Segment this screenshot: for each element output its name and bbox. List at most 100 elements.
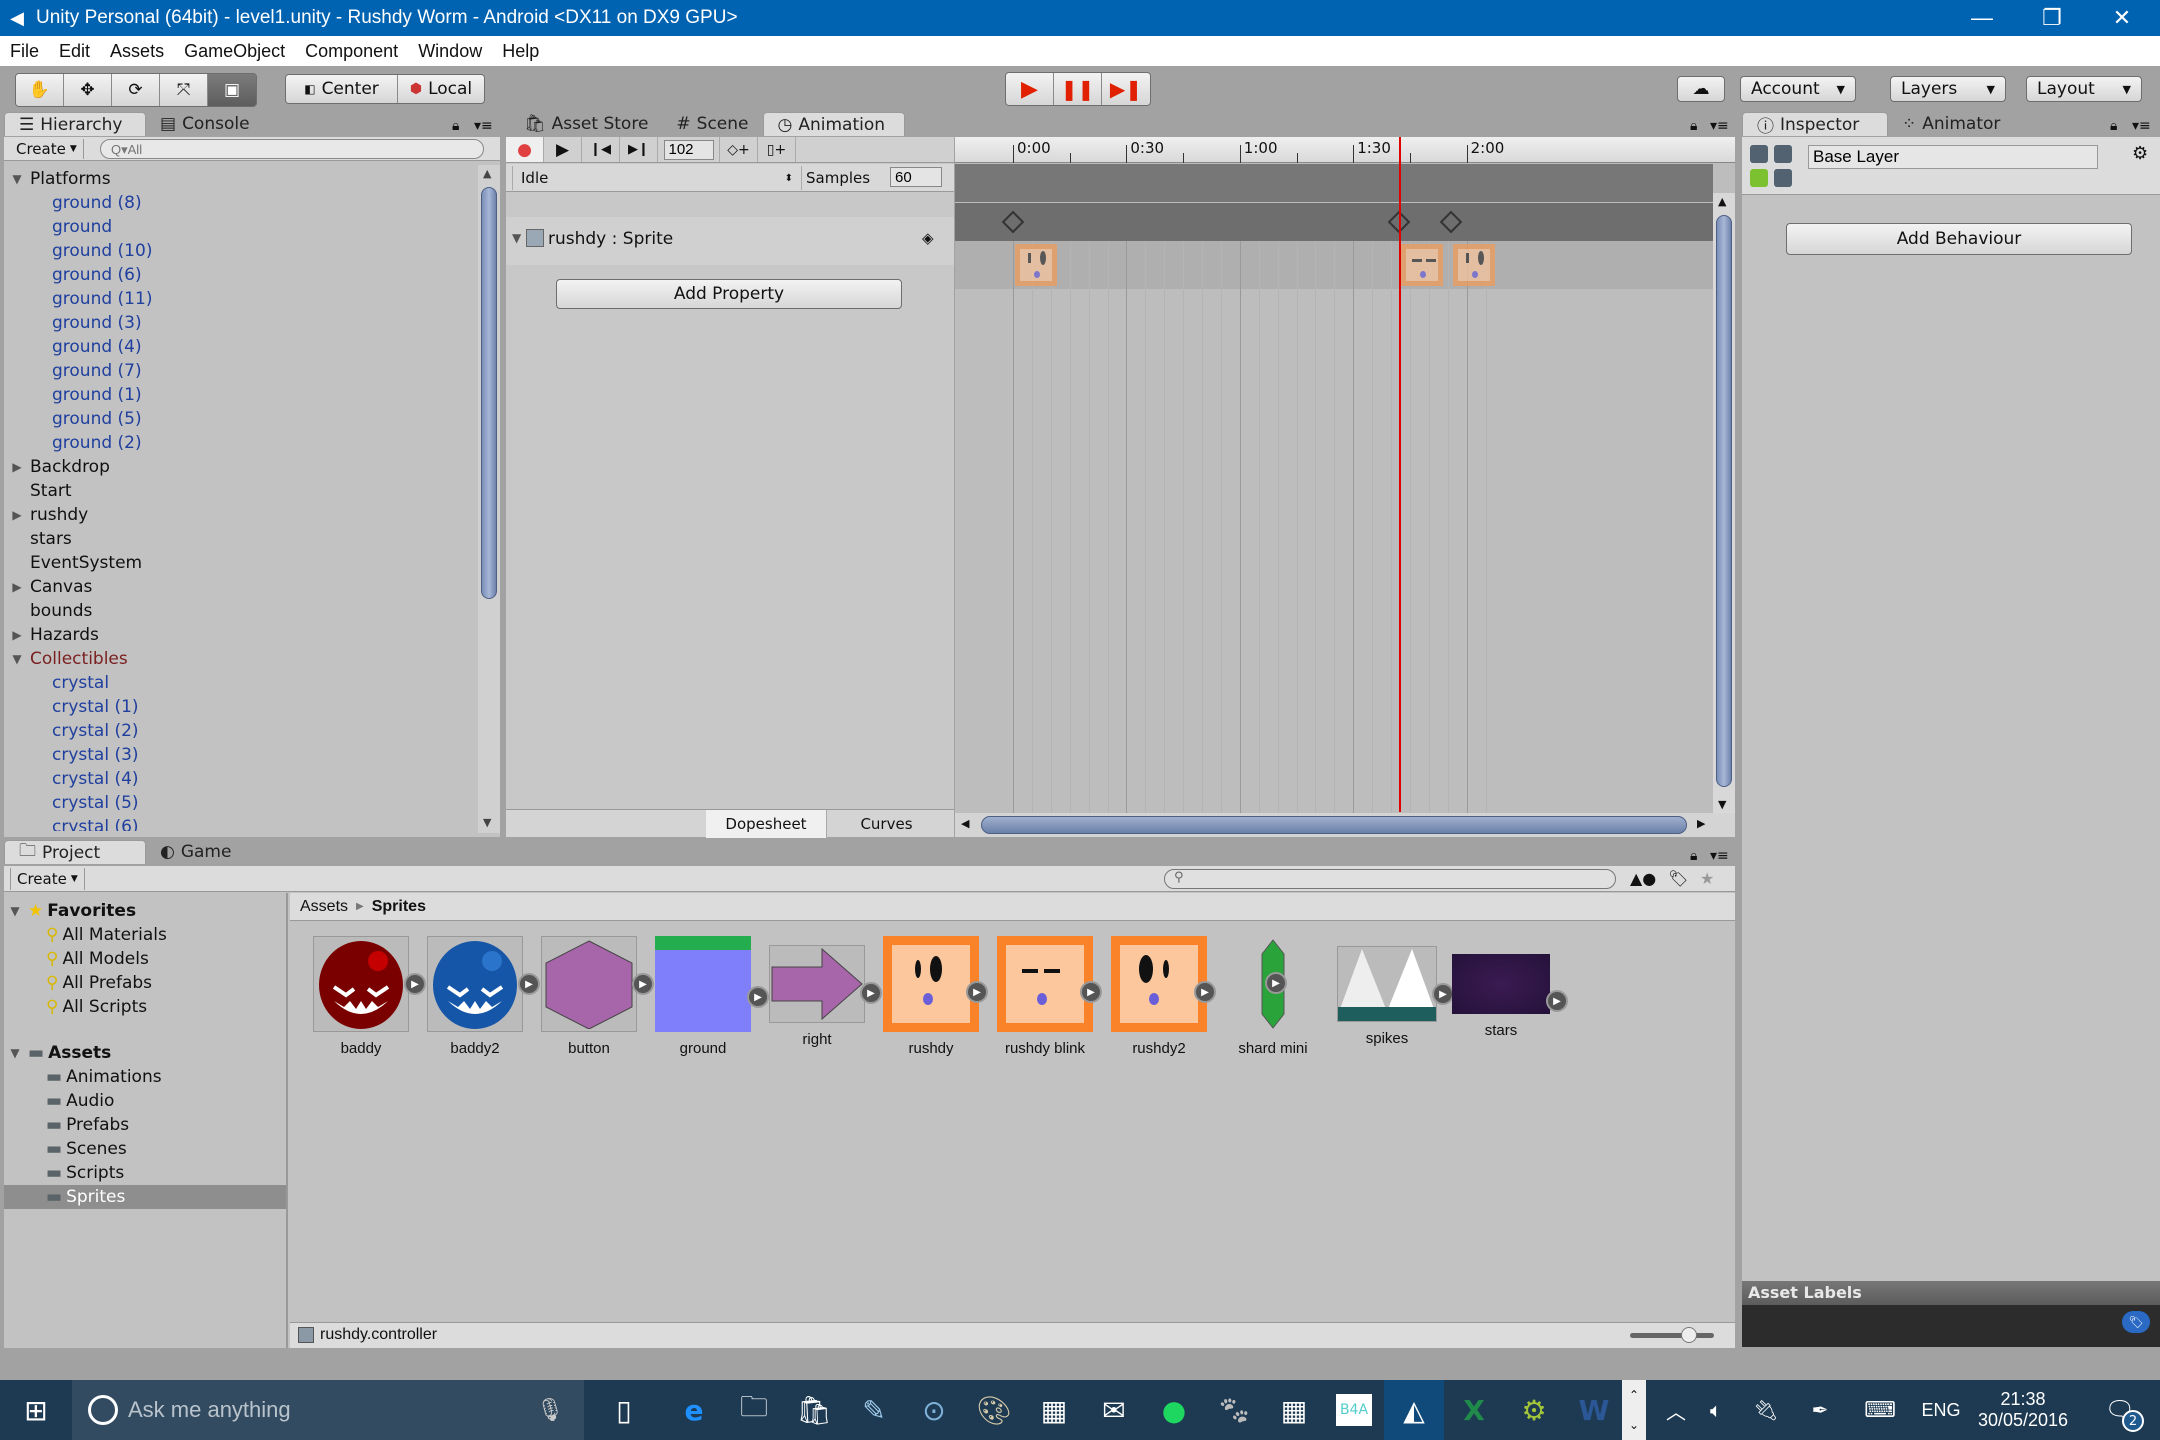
panel-menu-icon[interactable]: ▾≡ [2132, 118, 2151, 134]
hand-tool-button[interactable]: ✋ [16, 74, 64, 106]
taskbar-scroller[interactable]: ⌃ ⌄ [1622, 1380, 1646, 1440]
pause-button[interactable]: ❚❚ [1054, 73, 1102, 105]
filter-by-label-icon[interactable]: 🏷︎ [1668, 869, 1688, 888]
taskbar-paint[interactable]: 🎨︎ [964, 1380, 1024, 1440]
folder-item[interactable]: ▬ Sprites [4, 1185, 286, 1209]
layers-dropdown[interactable]: Layers ▼ [1890, 76, 2006, 102]
microphone-icon[interactable]: 🎙︎ [536, 1398, 564, 1423]
taskbar-calendar[interactable]: ▦ [1264, 1380, 1324, 1440]
asset-ground[interactable]: ▶ ground [648, 936, 769, 1057]
clock[interactable]: 21:38 30/05/2016 [1968, 1380, 2078, 1440]
asset-baddy[interactable]: ▶ baddy [306, 936, 426, 1057]
asset-rushdy[interactable]: ▶ rushdy [876, 936, 988, 1057]
pen-button[interactable]: ✒ [1800, 1380, 1840, 1440]
hierarchy-item[interactable]: crystal (2) [32, 719, 139, 743]
expand-icon[interactable]: ▼ [8, 1046, 22, 1060]
tab-hierarchy[interactable]: ☰ Hierarchy [4, 112, 146, 136]
asset-rushdy-blink[interactable]: ▶ rushdy blink [990, 936, 1102, 1057]
tab-console[interactable]: ▤ Console [146, 112, 264, 136]
add-event-button[interactable]: ▯+ [758, 137, 796, 162]
favorite-item[interactable]: ⚲ All Materials [46, 923, 167, 947]
hierarchy-item[interactable]: crystal (6) [32, 815, 139, 831]
expand-asset-icon[interactable]: ▶ [1265, 972, 1287, 994]
hierarchy-item[interactable]: crystal (4) [32, 767, 139, 791]
hierarchy-item[interactable]: ▼ Platforms [10, 167, 110, 191]
hierarchy-item[interactable]: ground (6) [32, 263, 142, 287]
folder-item[interactable]: ▬ Scripts [4, 1161, 286, 1185]
volume-button[interactable]: 🔈︎ [1696, 1380, 1736, 1440]
expand-asset-icon[interactable]: ▶ [1080, 981, 1102, 1003]
tab-curves[interactable]: Curves [826, 810, 946, 838]
expand-icon[interactable]: ▼ [10, 172, 24, 186]
menu-help[interactable]: Help [492, 41, 549, 62]
hierarchy-item[interactable]: ground (8) [32, 191, 142, 215]
hierarchy-item[interactable]: stars [10, 527, 72, 551]
play-button[interactable]: ▶ [1006, 73, 1054, 105]
scroll-up-icon[interactable]: ▲ [1718, 195, 1726, 208]
hierarchy-item[interactable]: ▼ Collectibles [10, 647, 127, 671]
folder-item[interactable]: ▬ Animations [4, 1065, 286, 1089]
prev-keyframe-button[interactable]: ❙◀ [582, 137, 620, 162]
step-button[interactable]: ▶❚ [1102, 73, 1150, 105]
folder-item[interactable]: ▬ Scenes [4, 1137, 286, 1161]
asset-shard-mini[interactable]: ▶ shard mini [1218, 936, 1328, 1057]
tab-project[interactable]: 🗀 Project [4, 840, 146, 864]
frame-input[interactable] [663, 139, 714, 160]
slider-knob[interactable] [1680, 1327, 1697, 1343]
asset-baddy2[interactable]: ▶ baddy2 [420, 936, 540, 1057]
expand-icon[interactable]: ▼ [8, 904, 22, 918]
layout-dropdown[interactable]: Layout ▼ [2026, 76, 2142, 102]
rect-tool-button[interactable]: ▣ [208, 74, 256, 106]
taskbar-edge[interactable]: e [664, 1380, 724, 1440]
scroll-thumb[interactable] [1716, 215, 1732, 787]
project-search-input[interactable] [1164, 869, 1616, 889]
menu-edit[interactable]: Edit [49, 41, 100, 62]
add-keyframe-button[interactable]: ◇+ [720, 137, 758, 162]
language-indicator[interactable]: ENG [1914, 1380, 1968, 1440]
hierarchy-item[interactable]: ground (4) [32, 335, 142, 359]
asset-button[interactable]: ▶ button [534, 936, 654, 1057]
tab-game[interactable]: ◐ Game [146, 840, 245, 864]
tab-animation[interactable]: ◷ Animation [762, 112, 905, 136]
keyboard-button[interactable]: ⌨ [1856, 1380, 1904, 1440]
taskbar-notepad[interactable]: ✎ [844, 1380, 904, 1440]
add-property-button[interactable]: Add Property [556, 279, 902, 309]
taskbar-b4a[interactable]: B4A [1324, 1380, 1384, 1440]
lock-icon[interactable]: 🔒︎ [452, 118, 459, 134]
hierarchy-item[interactable]: ground [32, 215, 112, 239]
hierarchy-item[interactable]: Start [10, 479, 72, 503]
menu-gameobject[interactable]: GameObject [174, 41, 295, 62]
folder-item[interactable]: ▬ Prefabs [4, 1113, 286, 1137]
expand-asset-icon[interactable]: ▶ [1194, 981, 1216, 1003]
taskbar-excel[interactable]: X [1444, 1380, 1504, 1440]
minimize-button[interactable]: — [1952, 0, 2012, 36]
events-lane[interactable] [955, 164, 1713, 202]
expand-asset-icon[interactable]: ▶ [966, 981, 988, 1003]
favorite-item[interactable]: ⚲ All Scripts [46, 995, 147, 1019]
hierarchy-item[interactable]: EventSystem [10, 551, 142, 575]
battery-button[interactable]: 🔌︎ [1746, 1380, 1786, 1440]
lock-icon[interactable]: 🔒︎ [2110, 118, 2117, 134]
taskbar-store[interactable]: 🛍︎ [784, 1380, 844, 1440]
preview-play-button[interactable]: ▶ [544, 137, 582, 162]
scroll-thumb[interactable] [481, 187, 497, 599]
favorite-star-icon[interactable]: ★ [1700, 869, 1714, 888]
hierarchy-item[interactable]: ▶ Hazards [10, 623, 99, 647]
maximize-button[interactable]: ❐ [2022, 0, 2082, 36]
tag-icon[interactable]: 🏷︎ [2122, 1311, 2150, 1333]
expand-icon[interactable]: ▶ [10, 508, 24, 522]
expand-asset-icon[interactable]: ▶ [1546, 990, 1568, 1012]
samples-input[interactable] [890, 167, 942, 187]
tab-asset-store[interactable]: 🛍︎ Asset Store [510, 112, 662, 136]
asset-right[interactable]: ▶ right [762, 936, 882, 1048]
expand-icon[interactable]: ▶ [10, 460, 24, 474]
action-center-button[interactable]: 🗨︎ 2 [2090, 1380, 2150, 1440]
taskbar-android-studio[interactable]: ⚙ [1504, 1380, 1564, 1440]
taskbar-gimp[interactable]: 🐾︎ [1204, 1380, 1264, 1440]
taskbar-unity[interactable]: ◭ [1384, 1380, 1444, 1440]
move-tool-button[interactable]: ✥ [64, 74, 112, 106]
taskbar-file-explorer[interactable]: 🗀 [724, 1380, 784, 1440]
hierarchy-item[interactable]: bounds [10, 599, 92, 623]
taskbar-word[interactable]: W [1564, 1380, 1624, 1440]
property-row[interactable]: ▼ rushdy : Sprite ◈ [506, 217, 954, 265]
